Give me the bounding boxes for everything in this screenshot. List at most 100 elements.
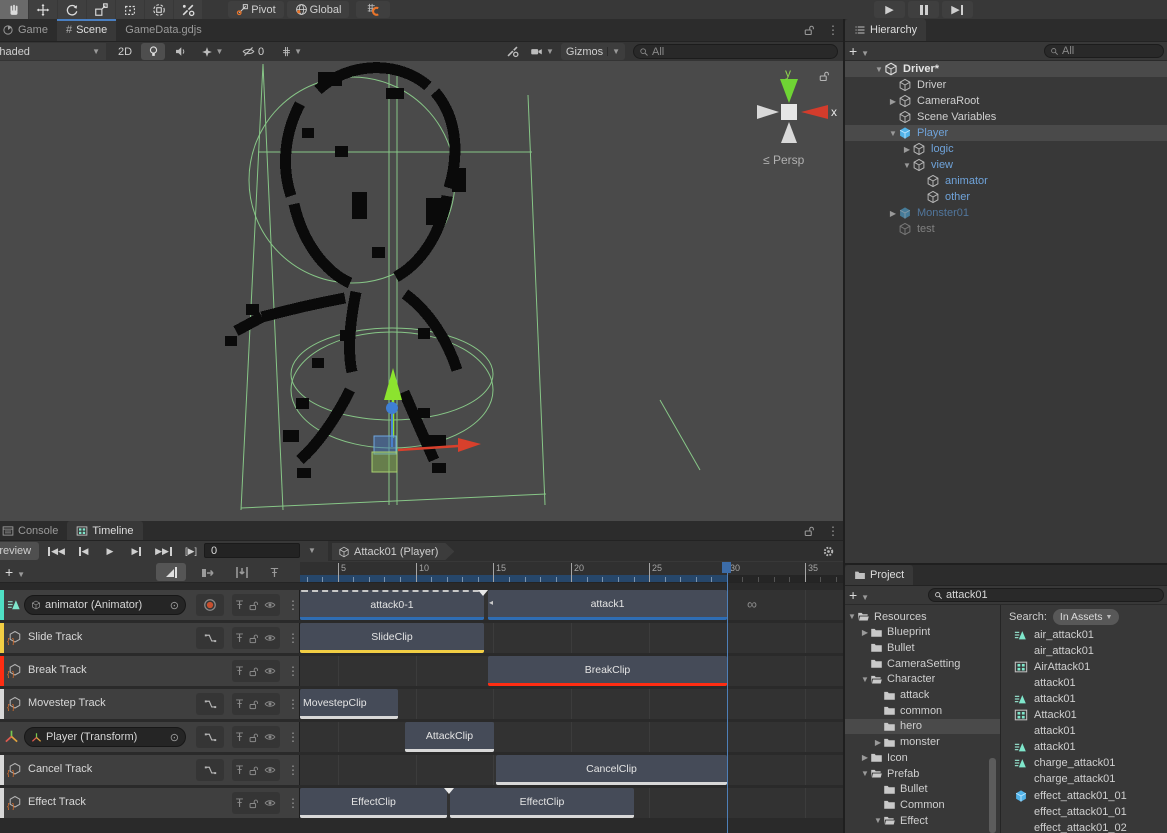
project-folder-bullet[interactable]: Bullet xyxy=(845,782,1000,797)
hand-tool-button[interactable] xyxy=(0,0,28,19)
asset-result[interactable]: attack01 xyxy=(1001,691,1167,707)
track-context-menu-icon[interactable]: ⋮ xyxy=(287,730,299,744)
track-curves-button[interactable] xyxy=(196,726,224,748)
gizmo-lock-icon[interactable] xyxy=(818,70,830,82)
custom-tool-button[interactable] xyxy=(174,0,202,19)
asset-result[interactable]: effect_attack01_01 xyxy=(1001,788,1167,804)
track-curves-button[interactable] xyxy=(196,627,224,649)
project-folder-icon[interactable]: ▶Icon xyxy=(845,750,1000,765)
track-context-menu-icon[interactable]: ⋮ xyxy=(287,631,299,645)
asset-result[interactable]: air_attack01 xyxy=(1001,643,1167,659)
track-header[interactable]: Player (Transform)⊙Ŧ⋮ xyxy=(0,722,300,752)
timeline-track-lane[interactable]: AttackClip xyxy=(300,722,843,752)
expander-icon[interactable]: ▼ xyxy=(847,612,857,621)
expander-icon[interactable]: ▼ xyxy=(874,65,884,74)
play-range-button[interactable]: [▶] xyxy=(179,543,203,559)
hierarchy-item-view[interactable]: ▼view xyxy=(845,157,1167,173)
asset-result[interactable]: attack01 xyxy=(1001,723,1167,739)
track-header[interactable]: Break TrackŦ⋮ xyxy=(0,656,300,686)
project-folder-monster[interactable]: ▶monster xyxy=(845,735,1000,750)
shading-mode-dropdown[interactable]: Shaded ▼ xyxy=(0,43,106,60)
lighting-toggle-button[interactable] xyxy=(141,43,165,60)
persp-label[interactable]: ≤ Persp xyxy=(763,153,804,167)
next-frame-button[interactable]: ▶ xyxy=(125,543,149,559)
rotate-tool-button[interactable] xyxy=(58,0,86,19)
hierarchy-item-test[interactable]: test xyxy=(845,221,1167,237)
track-pin-icon[interactable]: Ŧ xyxy=(236,631,243,645)
timeline-duration-marker-line[interactable] xyxy=(727,562,728,833)
scene-viewport[interactable]: y x ≤ Persp xyxy=(0,61,843,521)
timeline-settings-gear-icon[interactable] xyxy=(822,545,835,558)
tab-gamedata[interactable]: GameData.gdjs xyxy=(116,19,210,41)
project-folder-resources[interactable]: ▼Resources xyxy=(845,609,1000,624)
asset-result[interactable]: charge_attack01 xyxy=(1001,771,1167,787)
track-pin-icon[interactable]: Ŧ xyxy=(236,598,243,612)
timeline-clip[interactable]: CancelClip xyxy=(496,755,727,785)
track-context-menu-icon[interactable]: ⋮ xyxy=(287,763,299,777)
tab-scene[interactable]: # Scene xyxy=(57,19,116,41)
track-object-field[interactable]: animator (Animator)⊙ xyxy=(24,595,186,615)
tab-project[interactable]: Project xyxy=(845,565,913,585)
track-header[interactable]: Movestep TrackŦ⋮ xyxy=(0,689,300,719)
tab-hierarchy[interactable]: Hierarchy xyxy=(845,19,926,41)
asset-result[interactable]: Attack01 xyxy=(1001,707,1167,723)
track-pin-icon[interactable]: Ŧ xyxy=(236,796,243,810)
timeline-clip[interactable]: EffectClip xyxy=(450,788,634,818)
track-context-menu-icon[interactable]: ⋮ xyxy=(287,664,299,678)
track-header[interactable]: Cancel TrackŦ⋮ xyxy=(0,755,300,785)
search-scope-dropdown[interactable]: In Assets ▼ xyxy=(1053,609,1120,625)
timeline-track-lane[interactable]: attack0-1attack1◂∞ xyxy=(300,590,843,620)
previous-frame-button[interactable]: ◀ xyxy=(71,543,95,559)
audio-toggle-button[interactable] xyxy=(168,43,192,60)
hierarchy-item-scene-variables[interactable]: Scene Variables xyxy=(845,109,1167,125)
mix-mode-button[interactable] xyxy=(156,563,186,581)
preview-toggle-button[interactable]: Preview xyxy=(0,542,39,560)
timeline-track-lane[interactable]: MovestepClip xyxy=(300,689,843,719)
project-folder-hero[interactable]: hero xyxy=(845,719,1000,734)
project-folder-common[interactable]: Common xyxy=(845,797,1000,812)
scene-visibility-button[interactable]: 0 xyxy=(236,43,270,60)
hierarchy-item-driver[interactable]: Driver xyxy=(845,77,1167,93)
timeline-ruler[interactable]: 5101520253035 xyxy=(300,562,843,583)
tab-timeline[interactable]: Timeline xyxy=(67,521,142,540)
track-header[interactable]: Effect TrackŦ⋮ xyxy=(0,788,300,818)
project-folder-camerasetting[interactable]: CameraSetting xyxy=(845,656,1000,671)
add-track-button[interactable]: + ▼ xyxy=(5,564,25,580)
effects-toggle-button[interactable]: ▼ xyxy=(195,43,229,60)
hierarchy-item-driver-[interactable]: ▼Driver* xyxy=(845,61,1167,77)
asset-result[interactable]: air_attack01 xyxy=(1001,627,1167,643)
panel-menu-icon[interactable]: ⋮ xyxy=(827,524,839,538)
asset-result[interactable]: effect_attack01_01 xyxy=(1001,804,1167,820)
rect-tool-button[interactable] xyxy=(116,0,144,19)
expander-icon[interactable]: ▼ xyxy=(888,129,898,138)
track-context-menu-icon[interactable]: ⋮ xyxy=(287,697,299,711)
transform-tool-button[interactable] xyxy=(145,0,173,19)
marker-toggle-button[interactable]: Ŧ xyxy=(262,563,287,581)
move-tool-button[interactable] xyxy=(29,0,57,19)
play-button[interactable]: ▶ xyxy=(874,1,905,18)
hierarchy-add-button[interactable]: + ▼ xyxy=(849,43,869,59)
project-folder-blueprint[interactable]: ▶Blueprint xyxy=(845,625,1000,640)
track-context-menu-icon[interactable]: ⋮ xyxy=(287,796,299,810)
scale-tool-button[interactable] xyxy=(87,0,115,19)
expander-icon[interactable]: ▶ xyxy=(888,97,898,106)
grid-visibility-button[interactable]: ⋕ ▼ xyxy=(274,43,310,60)
project-search-input[interactable]: attack01 xyxy=(928,588,1164,602)
track-context-menu-icon[interactable]: ⋮ xyxy=(287,598,299,612)
play-timeline-button[interactable]: ▶ xyxy=(98,543,122,559)
project-folder-character[interactable]: ▼Character xyxy=(845,672,1000,687)
scene-tools-button[interactable] xyxy=(500,43,524,60)
hierarchy-item-monster01[interactable]: ▶Monster01 xyxy=(845,205,1167,221)
global-toggle-button[interactable]: Global xyxy=(287,1,349,18)
expander-icon[interactable]: ▼ xyxy=(873,816,883,825)
panel-lock-icon[interactable] xyxy=(803,525,815,537)
expander-icon[interactable]: ▶ xyxy=(902,145,912,154)
object-picker-icon[interactable]: ⊙ xyxy=(170,599,179,612)
hierarchy-search-input[interactable]: All xyxy=(1044,44,1164,58)
ripple-mode-button[interactable] xyxy=(194,563,221,581)
asset-result[interactable]: attack01 xyxy=(1001,739,1167,755)
timeline-track-lane[interactable]: CancelClip xyxy=(300,755,843,785)
timeline-track-lane[interactable]: BreakClip xyxy=(300,656,843,686)
track-object-field[interactable]: Player (Transform)⊙ xyxy=(24,727,186,747)
hierarchy-item-logic[interactable]: ▶logic xyxy=(845,141,1167,157)
